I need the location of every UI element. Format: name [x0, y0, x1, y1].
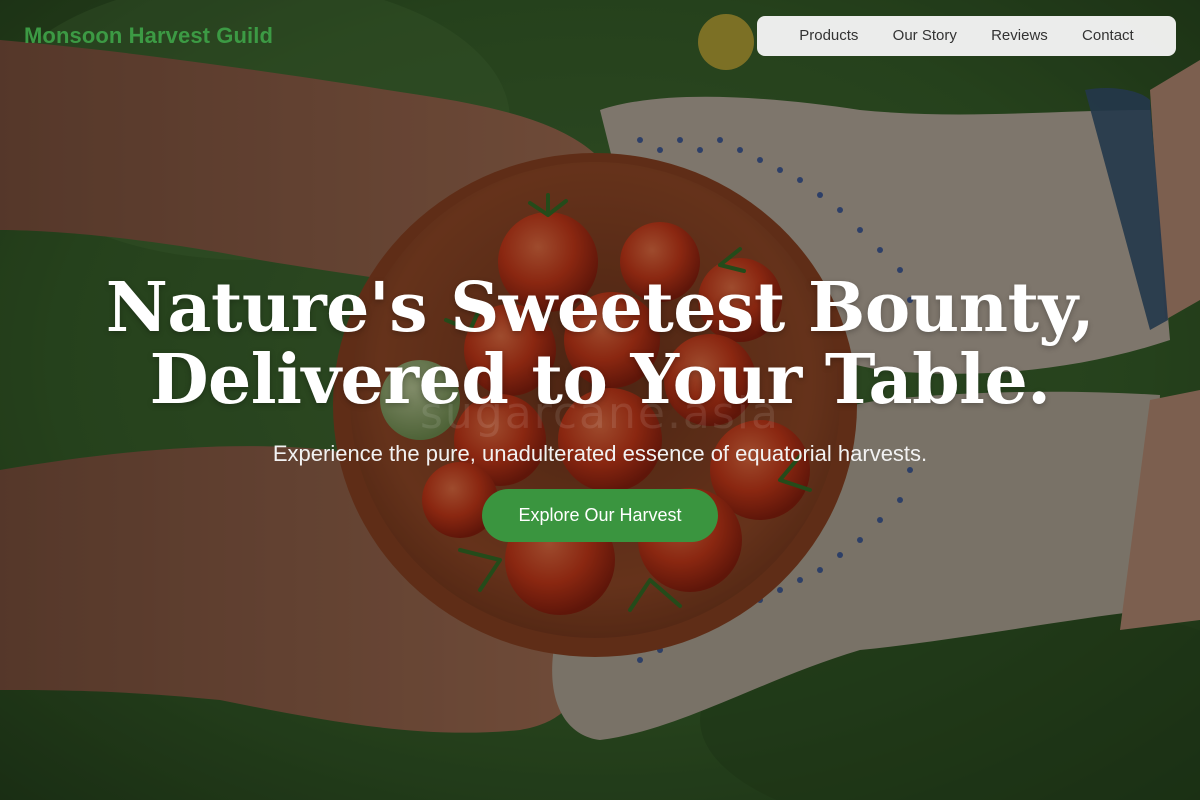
nav-link-reviews[interactable]: Reviews [991, 16, 1048, 56]
nav-link-products[interactable]: Products [799, 16, 858, 56]
hero-title: Nature's Sweetest Bounty, Delivered to Y… [0, 272, 1200, 416]
hero-title-line-1: Nature's Sweetest Bounty, [105, 268, 1095, 348]
main-nav: Products Our Story Reviews Contact [757, 16, 1176, 56]
hero-subtitle: Experience the pure, unadulterated essen… [272, 441, 928, 466]
nav-link-contact[interactable]: Contact [1082, 16, 1134, 56]
explore-harvest-button[interactable]: Explore Our Harvest [482, 489, 718, 542]
landing-page: Monsoon Harvest Guild Products Our Story… [0, 0, 1200, 800]
nav-link-our-story[interactable]: Our Story [893, 16, 957, 56]
brand-logo[interactable]: Monsoon Harvest Guild [24, 20, 273, 52]
hero-title-line-2: Delivered to Your Table. [149, 340, 1051, 420]
